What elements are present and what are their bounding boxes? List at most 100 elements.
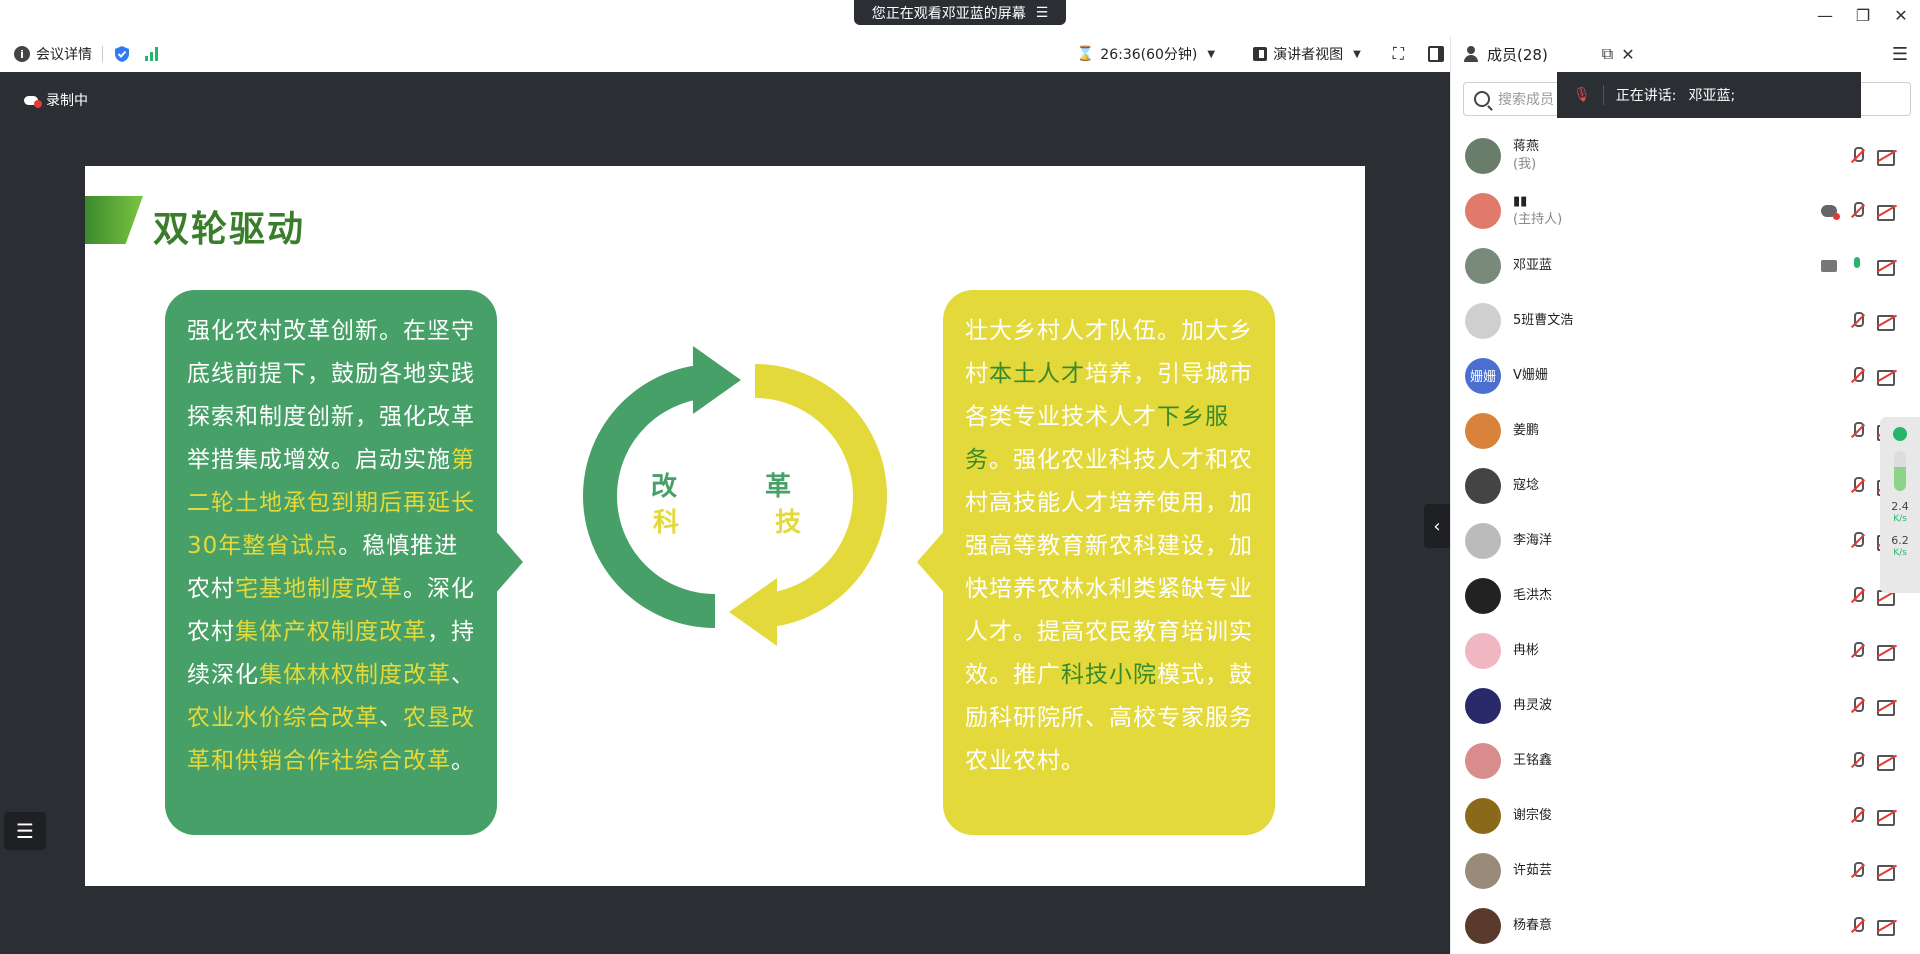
- download-unit: K/s: [1893, 548, 1907, 558]
- mic-muted-icon[interactable]: [1851, 477, 1864, 495]
- member-name: 寇埝: [1513, 477, 1540, 493]
- fullscreen-icon[interactable]: ⛶: [1393, 44, 1404, 64]
- menu-icon[interactable]: ☰: [1892, 44, 1908, 65]
- member-role: (我): [1513, 156, 1537, 172]
- member-row[interactable]: 王铭鑫: [1451, 733, 1920, 788]
- member-name: 李海洋: [1513, 532, 1553, 548]
- avatar: [1465, 467, 1501, 504]
- mic-muted-icon[interactable]: [1851, 202, 1864, 220]
- mic-muted-icon[interactable]: [1851, 752, 1864, 770]
- cloud-record-icon: [24, 94, 42, 108]
- meeting-details-label: 会议详情: [36, 47, 92, 63]
- camera-off-icon[interactable]: [1877, 149, 1897, 166]
- member-row[interactable]: ▮▮ (主持人): [1451, 183, 1920, 238]
- member-row[interactable]: 冉灵波: [1451, 678, 1920, 733]
- member-controls: [1851, 642, 1897, 661]
- tech-text: 。强化农业科技人才和农村高技能人才培养使用，加强高等教育新农科建设，加快培养农林…: [965, 447, 1253, 688]
- member-role: (主持人): [1513, 211, 1563, 227]
- camera-off-icon[interactable]: [1877, 919, 1897, 936]
- avatar: [1465, 302, 1501, 339]
- close-panel-icon[interactable]: ✕: [1621, 45, 1634, 64]
- toolbar-right: ⌛ 26:36(60分钟) ▼ 演讲者视图 ▼ ⛶: [1077, 36, 1450, 72]
- screen-share-banner[interactable]: 您正在观看邓亚蓝的屏幕 ☰: [854, 0, 1066, 25]
- cycle-label-ge: 革: [765, 472, 792, 502]
- restore-button[interactable]: ❐: [1844, 0, 1882, 30]
- recording-label: 录制中: [46, 93, 88, 109]
- member-row[interactable]: 蒋燕 (我): [1451, 128, 1920, 183]
- chevron-down-icon: ▼: [1353, 48, 1361, 60]
- mic-active-icon[interactable]: [1851, 257, 1863, 275]
- member-row[interactable]: 姜鹏: [1451, 403, 1920, 458]
- upload-value: 2.4: [1891, 500, 1909, 513]
- speaking-name: 邓亚蓝;: [1688, 88, 1736, 104]
- app-window: 您正在观看邓亚蓝的屏幕 ☰ — ❐ ✕ i 会议详情 ⌛ 26:36(60分钟)…: [0, 0, 1920, 954]
- security-shield-icon[interactable]: [113, 45, 131, 63]
- member-controls: [1851, 147, 1897, 166]
- sidebar-toggle-icon[interactable]: [1428, 46, 1444, 62]
- member-row[interactable]: 冉彬: [1451, 623, 1920, 678]
- tech-highlight: 科技小院: [1061, 662, 1157, 688]
- camera-off-icon[interactable]: [1877, 314, 1897, 331]
- mic-muted-icon[interactable]: [1851, 367, 1864, 385]
- recording-indicator[interactable]: 录制中: [24, 90, 88, 110]
- mic-muted-icon[interactable]: [1851, 807, 1864, 825]
- avatar: [1465, 192, 1501, 229]
- meeting-details-button[interactable]: i 会议详情: [14, 44, 92, 64]
- member-row[interactable]: 寇埝: [1451, 458, 1920, 513]
- presentation-slide: 双轮驱动 强化农村改革创新。在坚守底线前提下，鼓励各地实践探索和制度创新，强化改…: [85, 166, 1365, 886]
- member-name: 冉灵波: [1513, 697, 1553, 713]
- member-row[interactable]: 谢宗俊: [1451, 788, 1920, 843]
- member-list: 蒋燕 (我) ▮▮ (主持人) 邓亚蓝 5班曹文浩 姗姗 V姗姗 姜鹏 寇埝 李…: [1451, 128, 1920, 953]
- collapse-panel-button[interactable]: ‹: [1424, 504, 1450, 548]
- meeting-toolbar: i 会议详情 ⌛ 26:36(60分钟) ▼ 演讲者视图 ▼ ⛶: [0, 36, 1450, 72]
- member-row[interactable]: 李海洋: [1451, 513, 1920, 568]
- speaker-mic-icon: 🎙: [1573, 87, 1591, 103]
- mic-muted-icon[interactable]: [1851, 642, 1864, 660]
- speaking-indicator: 🎙 正在讲话: 邓亚蓝;: [1557, 72, 1861, 118]
- member-row[interactable]: 毛洪杰: [1451, 568, 1920, 623]
- mic-muted-icon[interactable]: [1851, 422, 1864, 440]
- presenter-view-dropdown[interactable]: 演讲者视图 ▼: [1253, 44, 1361, 64]
- presenter-view-label: 演讲者视图: [1273, 47, 1344, 63]
- camera-off-icon[interactable]: [1877, 864, 1897, 881]
- mic-muted-icon[interactable]: [1851, 147, 1864, 165]
- mic-muted-icon[interactable]: [1851, 862, 1864, 880]
- camera-off-icon[interactable]: [1877, 754, 1897, 771]
- mic-muted-icon[interactable]: [1851, 697, 1864, 715]
- cloud-record-icon: [1821, 205, 1840, 220]
- window-controls: — ❐ ✕: [1806, 0, 1920, 30]
- toolbar-divider: [102, 46, 103, 62]
- member-row[interactable]: 许茹芸: [1451, 843, 1920, 898]
- member-row[interactable]: 杨春意: [1451, 898, 1920, 953]
- mic-muted-icon[interactable]: [1851, 587, 1864, 605]
- mic-muted-icon[interactable]: [1851, 532, 1864, 550]
- camera-off-icon[interactable]: [1877, 204, 1897, 221]
- avatar: [1465, 577, 1501, 614]
- camera-off-icon[interactable]: [1877, 259, 1897, 276]
- slide-list-button[interactable]: ☰: [4, 812, 46, 850]
- member-name: V姗姗: [1513, 367, 1548, 383]
- popout-icon[interactable]: ⧉: [1602, 44, 1613, 64]
- chevron-down-icon: ▼: [1207, 48, 1216, 60]
- member-row[interactable]: 姗姗 V姗姗: [1451, 348, 1920, 403]
- member-name: 冉彬: [1513, 642, 1540, 658]
- close-button[interactable]: ✕: [1882, 0, 1920, 30]
- mic-muted-icon[interactable]: [1851, 917, 1864, 935]
- minimize-button[interactable]: —: [1806, 0, 1844, 30]
- member-controls: [1851, 917, 1897, 936]
- network-meter[interactable]: 2.4 K/s 6.2 K/s: [1880, 417, 1920, 593]
- network-signal-icon[interactable]: [145, 47, 158, 61]
- member-name: 许茹芸: [1513, 862, 1553, 878]
- member-row[interactable]: 5班曹文浩: [1451, 293, 1920, 348]
- member-name: 谢宗俊: [1513, 807, 1553, 823]
- camera-off-icon[interactable]: [1877, 644, 1897, 661]
- list-icon[interactable]: ☰: [1036, 5, 1049, 21]
- reform-highlight: 集体林权制度改革: [259, 662, 451, 688]
- member-row[interactable]: 邓亚蓝: [1451, 238, 1920, 293]
- upload-rate: 2.4 K/s: [1891, 501, 1909, 525]
- camera-off-icon[interactable]: [1877, 369, 1897, 386]
- timer-dropdown[interactable]: ⌛ 26:36(60分钟) ▼: [1077, 44, 1215, 64]
- mic-muted-icon[interactable]: [1851, 312, 1864, 330]
- camera-off-icon[interactable]: [1877, 699, 1897, 716]
- camera-off-icon[interactable]: [1877, 809, 1897, 826]
